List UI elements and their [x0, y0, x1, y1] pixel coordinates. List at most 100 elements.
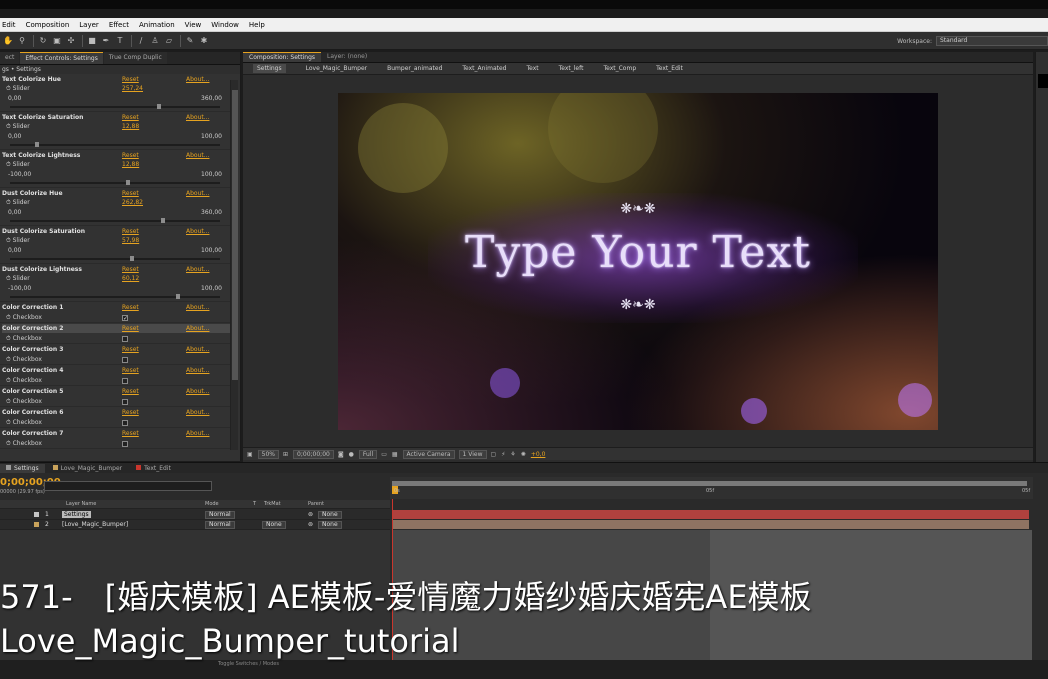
slider-value[interactable]: 12,88 [122, 160, 139, 169]
layer-parent-dropdown[interactable]: None [318, 521, 342, 529]
region-of-interest-icon[interactable]: ▭ [381, 451, 387, 458]
flowchart-icon[interactable]: ⚘ [510, 451, 515, 458]
menu-item-edit[interactable]: Edit [2, 21, 16, 29]
breadcrumb-item[interactable]: Text_Edit [656, 65, 683, 72]
slider-knob[interactable] [129, 256, 134, 261]
reset-link[interactable]: Reset [122, 151, 139, 160]
fast-previews-icon[interactable]: ⚡ [501, 451, 505, 458]
eraser-tool-icon[interactable]: ▱ [163, 35, 175, 47]
workspace-dropdown[interactable]: Standard [936, 36, 1048, 46]
rotate-tool-icon[interactable]: ↻ [37, 35, 49, 47]
breadcrumb-item[interactable]: Settings [253, 64, 286, 73]
about-link[interactable]: About... [186, 408, 209, 417]
camera-view-dropdown[interactable]: Active Camera [402, 449, 455, 459]
reset-link[interactable]: Reset [122, 303, 139, 312]
stopwatch-icon[interactable]: ⏱ Slider [2, 199, 30, 206]
slider-track[interactable] [10, 106, 220, 108]
always-preview-icon[interactable]: ▣ [247, 451, 253, 458]
slider-knob[interactable] [35, 142, 40, 147]
slider-track[interactable] [10, 144, 220, 146]
stopwatch-icon[interactable]: ⏱ Checkbox [2, 398, 42, 405]
reset-link[interactable]: Reset [122, 345, 139, 354]
safe-zones-icon[interactable]: ⊞ [283, 451, 288, 458]
stopwatch-icon[interactable]: ⏱ Checkbox [2, 440, 42, 447]
zoom-tool-icon[interactable]: ⚲ [16, 35, 28, 47]
slider-track[interactable] [10, 296, 220, 298]
reset-link[interactable]: Reset [122, 265, 139, 274]
stopwatch-icon[interactable]: ⏱ Checkbox [2, 419, 42, 426]
reset-link[interactable]: Reset [122, 227, 139, 236]
checkbox[interactable] [122, 336, 128, 342]
clone-stamp-tool-icon[interactable]: ♙ [149, 35, 161, 47]
snapshot-icon[interactable]: ◙ [338, 451, 344, 458]
parent-pickwhip-icon[interactable]: ⊚ [308, 511, 313, 518]
layer-mode-dropdown[interactable]: Normal [205, 511, 235, 519]
breadcrumb-item[interactable]: Text_left [559, 65, 584, 72]
effect-controls-scrollbar[interactable] [230, 80, 238, 450]
stopwatch-icon[interactable]: ⏱ Checkbox [2, 314, 42, 321]
workspace-selector[interactable]: Workspace: Standard [897, 36, 1048, 46]
layer-duration-bar[interactable] [392, 510, 1029, 519]
slider-track[interactable] [10, 258, 220, 260]
checkbox[interactable] [122, 357, 128, 363]
slider-value[interactable]: 60,12 [122, 274, 139, 283]
timeline-search-input[interactable] [44, 481, 212, 491]
layer-label-color[interactable] [34, 512, 39, 517]
hand-tool-icon[interactable]: ✋ [2, 35, 14, 47]
effect-tab[interactable]: Effect Controls: Settings [20, 52, 103, 64]
transparency-grid-icon[interactable]: ▦ [392, 451, 398, 458]
show-channel-icon[interactable]: ● [349, 451, 354, 458]
reset-link[interactable]: Reset [122, 366, 139, 375]
layer-mode-dropdown[interactable]: Normal [205, 521, 235, 529]
type-tool-icon[interactable]: T [114, 35, 126, 47]
stopwatch-icon[interactable]: ⏱ Checkbox [2, 377, 42, 384]
about-link[interactable]: About... [186, 345, 209, 354]
current-time-field[interactable]: 0;00;00;00 [293, 449, 334, 459]
roto-brush-tool-icon[interactable]: ✎ [184, 35, 196, 47]
puppet-tool-icon[interactable]: ✱ [198, 35, 210, 47]
stopwatch-icon[interactable]: ⏱ Slider [2, 275, 30, 282]
timeline-layer-row[interactable]: 2 [Love_Magic_Bumper] Normal None ⊚ None [0, 520, 390, 530]
reset-link[interactable]: Reset [122, 387, 139, 396]
layer-parent-dropdown[interactable]: None [318, 511, 342, 519]
brush-tool-icon[interactable]: ∕ [135, 35, 147, 47]
menu-item-view[interactable]: View [185, 21, 202, 29]
pixel-aspect-icon[interactable]: ▢ [491, 451, 497, 458]
about-link[interactable]: About... [186, 324, 209, 333]
scrollbar-thumb[interactable] [232, 90, 238, 380]
checkbox[interactable] [122, 441, 128, 447]
effect-tab[interactable]: ect [0, 52, 20, 64]
timeline-layer-row[interactable]: 1 Settings Normal ⊚ None [0, 510, 390, 520]
parent-pickwhip-icon[interactable]: ⊚ [308, 521, 313, 528]
slider-value[interactable]: 57,98 [122, 236, 139, 245]
stopwatch-icon[interactable]: ⏱ Checkbox [2, 356, 42, 363]
timeline-tab[interactable]: Love_Magic_Bumper [47, 464, 129, 473]
checkbox[interactable] [122, 378, 128, 384]
camera-tool-icon[interactable]: ▣ [51, 35, 63, 47]
checkbox[interactable] [122, 399, 128, 405]
about-link[interactable]: About... [186, 303, 209, 312]
menu-item-effect[interactable]: Effect [109, 21, 129, 29]
checkbox[interactable] [122, 420, 128, 426]
about-link[interactable]: About... [186, 189, 209, 198]
timeline-tab[interactable]: Text_Edit [130, 464, 177, 473]
time-ruler[interactable]: 0s 05f 05f [390, 477, 1033, 499]
about-link[interactable]: About... [186, 265, 209, 274]
menu-item-window[interactable]: Window [211, 21, 239, 29]
menu-item-animation[interactable]: Animation [139, 21, 175, 29]
view-layout-dropdown[interactable]: 1 View [458, 449, 487, 459]
slider-value[interactable]: 257,24 [122, 84, 143, 93]
breadcrumb-item[interactable]: Love_Magic_Bumper [306, 65, 368, 72]
breadcrumb-item[interactable]: Text_Comp [603, 65, 636, 72]
work-area-bar[interactable] [392, 481, 1027, 486]
reset-link[interactable]: Reset [122, 429, 139, 438]
stopwatch-icon[interactable]: ⏱ Checkbox [2, 335, 42, 342]
magnification-dropdown[interactable]: 50% [257, 449, 280, 459]
stopwatch-icon[interactable]: ⏱ Slider [2, 85, 30, 92]
slider-track[interactable] [10, 182, 220, 184]
reset-link[interactable]: Reset [122, 113, 139, 122]
reset-link[interactable]: Reset [122, 189, 139, 198]
layer-trkmat-dropdown[interactable]: None [262, 521, 286, 529]
layer-label-color[interactable] [34, 522, 39, 527]
stopwatch-icon[interactable]: ⏱ Slider [2, 237, 30, 244]
